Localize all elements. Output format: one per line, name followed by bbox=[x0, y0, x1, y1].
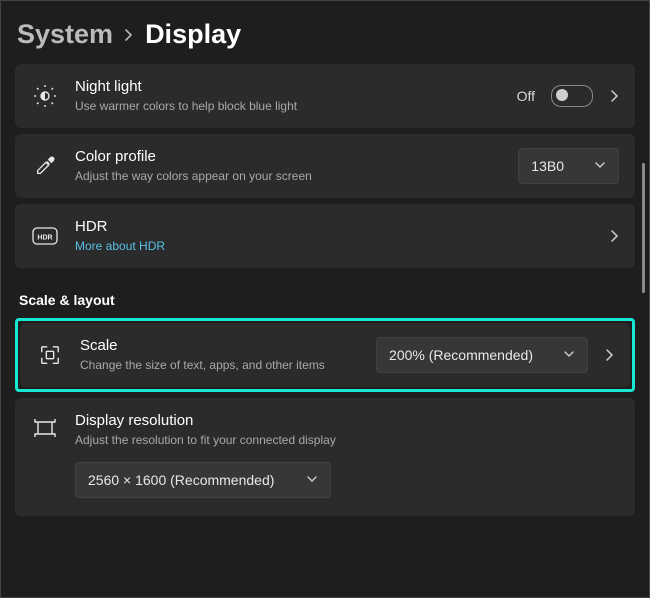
color-profile-dropdown[interactable]: 13B0 bbox=[518, 148, 619, 184]
resolution-row[interactable]: Display resolution Adjust the resolution… bbox=[15, 398, 635, 516]
scale-highlight: Scale Change the size of text, apps, and… bbox=[15, 318, 635, 392]
svg-text:HDR: HDR bbox=[37, 235, 52, 242]
resolution-value: 2560 × 1600 (Recommended) bbox=[88, 472, 274, 488]
night-light-subtitle: Use warmer colors to help block blue lig… bbox=[75, 98, 501, 114]
chevron-down-icon bbox=[563, 346, 575, 364]
breadcrumb-current: Display bbox=[145, 19, 241, 50]
chevron-right-icon[interactable] bbox=[609, 229, 619, 243]
night-light-toggle-label: Off bbox=[517, 88, 535, 104]
scale-title: Scale bbox=[80, 337, 360, 355]
resolution-icon bbox=[31, 418, 59, 438]
night-light-row[interactable]: Night light Use warmer colors to help bl… bbox=[15, 64, 635, 128]
night-light-icon bbox=[31, 84, 59, 108]
hdr-title: HDR bbox=[75, 218, 593, 236]
eyedropper-icon bbox=[31, 155, 59, 177]
night-light-title: Night light bbox=[75, 78, 501, 96]
scale-subtitle: Change the size of text, apps, and other… bbox=[80, 357, 360, 373]
resolution-title: Display resolution bbox=[75, 412, 619, 430]
scrollbar[interactable] bbox=[642, 163, 645, 293]
scale-row[interactable]: Scale Change the size of text, apps, and… bbox=[20, 323, 630, 387]
breadcrumb: System Display bbox=[17, 19, 635, 50]
scale-value: 200% (Recommended) bbox=[389, 347, 533, 363]
hdr-more-link[interactable]: More about HDR bbox=[75, 238, 593, 254]
hdr-row[interactable]: HDR HDR More about HDR bbox=[15, 204, 635, 268]
color-profile-title: Color profile bbox=[75, 148, 502, 166]
resolution-subtitle: Adjust the resolution to fit your connec… bbox=[75, 432, 619, 448]
chevron-down-icon bbox=[594, 157, 606, 175]
settings-display-page: System Display Night light Use war bbox=[0, 0, 650, 598]
resolution-dropdown[interactable]: 2560 × 1600 (Recommended) bbox=[75, 462, 331, 498]
hdr-icon: HDR bbox=[31, 227, 59, 245]
night-light-toggle[interactable] bbox=[551, 85, 593, 107]
scale-layout-header: Scale & layout bbox=[19, 292, 635, 308]
color-profile-row[interactable]: Color profile Adjust the way colors appe… bbox=[15, 134, 635, 198]
color-profile-subtitle: Adjust the way colors appear on your scr… bbox=[75, 168, 502, 184]
breadcrumb-parent[interactable]: System bbox=[17, 19, 113, 50]
scale-icon bbox=[36, 344, 64, 366]
scale-dropdown[interactable]: 200% (Recommended) bbox=[376, 337, 588, 373]
chevron-down-icon bbox=[306, 471, 318, 489]
chevron-right-icon[interactable] bbox=[609, 89, 619, 103]
chevron-right-icon bbox=[123, 29, 135, 41]
chevron-right-icon[interactable] bbox=[604, 348, 614, 362]
color-profile-value: 13B0 bbox=[531, 158, 564, 174]
